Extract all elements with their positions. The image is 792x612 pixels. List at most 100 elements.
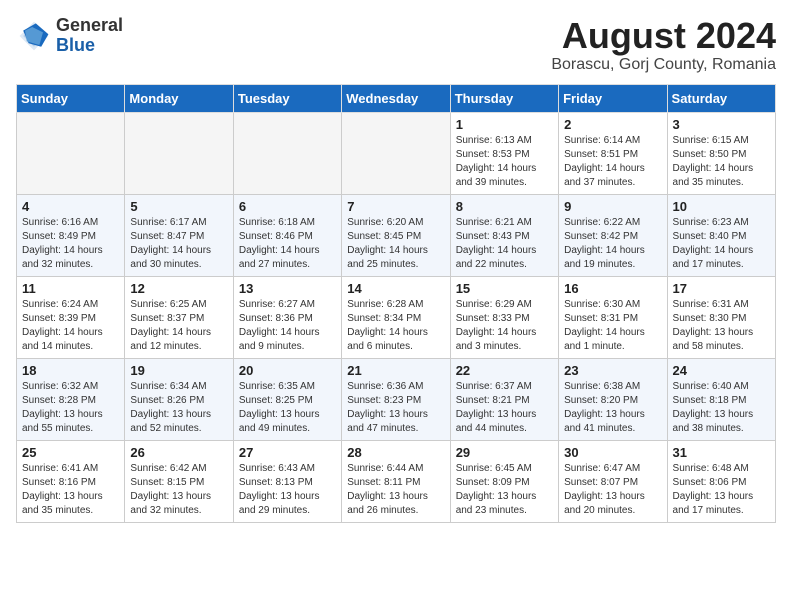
day-number: 7 xyxy=(347,199,444,214)
day-number: 27 xyxy=(239,445,336,460)
day-number: 4 xyxy=(22,199,119,214)
calendar-day-cell: 14 Sunrise: 6:28 AM Sunset: 8:34 PM Dayli… xyxy=(342,276,450,358)
day-number: 24 xyxy=(673,363,770,378)
calendar-day-cell: 22Sunrise: 6:37 AM Sunset: 8:21 PM Dayli… xyxy=(450,358,558,440)
day-info: Sunrise: 6:24 AM Sunset: 8:39 PM Dayligh… xyxy=(22,298,119,354)
calendar-day-cell: 10 Sunrise: 6:23 AM Sunset: 8:40 PM Dayli… xyxy=(667,194,775,276)
day-number: 29 xyxy=(456,445,553,460)
calendar-day-cell: 5Sunrise: 6:17 AM Sunset: 8:47 PM Daylig… xyxy=(125,194,233,276)
day-number: 10 xyxy=(673,199,770,214)
day-number: 26 xyxy=(130,445,227,460)
calendar-day-cell: 13Sunrise: 6:27 AM Sunset: 8:36 PM Dayli… xyxy=(233,276,341,358)
day-number: 3 xyxy=(673,117,770,132)
day-info: Sunrise: 6:31 AM Sunset: 8:30 PM Dayligh… xyxy=(673,298,770,354)
calendar-day-cell: 23 Sunrise: 6:38 AM Sunset: 8:20 PM Dayli… xyxy=(559,358,667,440)
calendar-day-cell: 19 Sunrise: 6:34 AM Sunset: 8:26 PM Dayli… xyxy=(125,358,233,440)
day-of-week-header: Monday xyxy=(125,84,233,112)
day-info: Sunrise: 6:47 AM Sunset: 8:07 PM Dayligh… xyxy=(564,462,661,518)
calendar-day-cell: 29 Sunrise: 6:45 AM Sunset: 8:09 PM Dayli… xyxy=(450,440,558,522)
calendar-week-row: 25 Sunrise: 6:41 AM Sunset: 8:16 PM Dayli… xyxy=(17,440,776,522)
calendar-day-cell: 25 Sunrise: 6:41 AM Sunset: 8:16 PM Dayli… xyxy=(17,440,125,522)
day-number: 21 xyxy=(347,363,444,378)
day-number: 14 xyxy=(347,281,444,296)
day-number: 6 xyxy=(239,199,336,214)
day-info: Sunrise: 6:43 AM Sunset: 8:13 PM Dayligh… xyxy=(239,462,336,518)
day-info: Sunrise: 6:22 AM Sunset: 8:42 PM Dayligh… xyxy=(564,216,661,272)
day-info: Sunrise: 6:36 AM Sunset: 8:23 PM Dayligh… xyxy=(347,380,444,436)
day-info: Sunrise: 6:40 AM Sunset: 8:18 PM Dayligh… xyxy=(673,380,770,436)
day-info: Sunrise: 6:48 AM Sunset: 8:06 PM Dayligh… xyxy=(673,462,770,518)
day-of-week-header: Sunday xyxy=(17,84,125,112)
day-info: Sunrise: 6:28 AM Sunset: 8:34 PM Dayligh… xyxy=(347,298,444,354)
day-info: Sunrise: 6:44 AM Sunset: 8:11 PM Dayligh… xyxy=(347,462,444,518)
day-number: 20 xyxy=(239,363,336,378)
calendar-week-row: 18Sunrise: 6:32 AM Sunset: 8:28 PM Dayli… xyxy=(17,358,776,440)
calendar-day-cell: 28 Sunrise: 6:44 AM Sunset: 8:11 PM Dayli… xyxy=(342,440,450,522)
day-number: 1 xyxy=(456,117,553,132)
day-number: 16 xyxy=(564,281,661,296)
day-info: Sunrise: 6:42 AM Sunset: 8:15 PM Dayligh… xyxy=(130,462,227,518)
month-title: August 2024 xyxy=(551,16,776,56)
calendar-day-cell xyxy=(233,112,341,194)
calendar-day-cell: 3 Sunrise: 6:15 AM Sunset: 8:50 PM Daylig… xyxy=(667,112,775,194)
day-number: 25 xyxy=(22,445,119,460)
calendar-table: SundayMondayTuesdayWednesdayThursdayFrid… xyxy=(16,84,776,523)
calendar-day-cell: 8Sunrise: 6:21 AM Sunset: 8:43 PM Daylig… xyxy=(450,194,558,276)
calendar-day-cell: 9 Sunrise: 6:22 AM Sunset: 8:42 PM Daylig… xyxy=(559,194,667,276)
logo-icon xyxy=(16,18,52,54)
day-number: 28 xyxy=(347,445,444,460)
calendar-day-cell xyxy=(125,112,233,194)
calendar-day-cell: 16 Sunrise: 6:30 AM Sunset: 8:31 PM Dayli… xyxy=(559,276,667,358)
calendar-day-cell: 17Sunrise: 6:31 AM Sunset: 8:30 PM Dayli… xyxy=(667,276,775,358)
page-header: General Blue August 2024 Borascu, Gorj C… xyxy=(16,16,776,74)
calendar-day-cell: 31 Sunrise: 6:48 AM Sunset: 8:06 PM Dayli… xyxy=(667,440,775,522)
calendar-day-cell: 21 Sunrise: 6:36 AM Sunset: 8:23 PM Dayli… xyxy=(342,358,450,440)
day-info: Sunrise: 6:25 AM Sunset: 8:37 PM Dayligh… xyxy=(130,298,227,354)
day-number: 9 xyxy=(564,199,661,214)
day-number: 31 xyxy=(673,445,770,460)
day-info: Sunrise: 6:20 AM Sunset: 8:45 PM Dayligh… xyxy=(347,216,444,272)
calendar-day-cell: 12 Sunrise: 6:25 AM Sunset: 8:37 PM Dayli… xyxy=(125,276,233,358)
day-of-week-header: Wednesday xyxy=(342,84,450,112)
calendar-day-cell xyxy=(342,112,450,194)
calendar-week-row: 11 Sunrise: 6:24 AM Sunset: 8:39 PM Dayli… xyxy=(17,276,776,358)
day-number: 30 xyxy=(564,445,661,460)
calendar-day-cell: 6 Sunrise: 6:18 AM Sunset: 8:46 PM Daylig… xyxy=(233,194,341,276)
logo-general: General xyxy=(56,15,123,35)
day-number: 18 xyxy=(22,363,119,378)
day-info: Sunrise: 6:15 AM Sunset: 8:50 PM Dayligh… xyxy=(673,134,770,190)
calendar-day-cell: 7 Sunrise: 6:20 AM Sunset: 8:45 PM Daylig… xyxy=(342,194,450,276)
day-number: 23 xyxy=(564,363,661,378)
day-number: 11 xyxy=(22,281,119,296)
day-info: Sunrise: 6:18 AM Sunset: 8:46 PM Dayligh… xyxy=(239,216,336,272)
day-of-week-header: Friday xyxy=(559,84,667,112)
day-of-week-header: Thursday xyxy=(450,84,558,112)
day-info: Sunrise: 6:34 AM Sunset: 8:26 PM Dayligh… xyxy=(130,380,227,436)
day-info: Sunrise: 6:38 AM Sunset: 8:20 PM Dayligh… xyxy=(564,380,661,436)
logo-text: General Blue xyxy=(56,16,123,56)
calendar-day-cell: 11 Sunrise: 6:24 AM Sunset: 8:39 PM Dayli… xyxy=(17,276,125,358)
day-info: Sunrise: 6:30 AM Sunset: 8:31 PM Dayligh… xyxy=(564,298,661,354)
day-number: 19 xyxy=(130,363,227,378)
day-number: 12 xyxy=(130,281,227,296)
day-info: Sunrise: 6:41 AM Sunset: 8:16 PM Dayligh… xyxy=(22,462,119,518)
day-number: 15 xyxy=(456,281,553,296)
calendar-day-cell: 18Sunrise: 6:32 AM Sunset: 8:28 PM Dayli… xyxy=(17,358,125,440)
calendar-week-row: 4 Sunrise: 6:16 AM Sunset: 8:49 PM Daylig… xyxy=(17,194,776,276)
day-number: 5 xyxy=(130,199,227,214)
calendar-day-cell: 1Sunrise: 6:13 AM Sunset: 8:53 PM Daylig… xyxy=(450,112,558,194)
calendar-day-cell: 27 Sunrise: 6:43 AM Sunset: 8:13 PM Dayli… xyxy=(233,440,341,522)
title-block: August 2024 Borascu, Gorj County, Romani… xyxy=(551,16,776,74)
location-title: Borascu, Gorj County, Romania xyxy=(551,56,776,74)
calendar-day-cell: 2Sunrise: 6:14 AM Sunset: 8:51 PM Daylig… xyxy=(559,112,667,194)
calendar-day-cell: 30 Sunrise: 6:47 AM Sunset: 8:07 PM Dayli… xyxy=(559,440,667,522)
day-info: Sunrise: 6:23 AM Sunset: 8:40 PM Dayligh… xyxy=(673,216,770,272)
calendar-header-row: SundayMondayTuesdayWednesdayThursdayFrid… xyxy=(17,84,776,112)
day-info: Sunrise: 6:14 AM Sunset: 8:51 PM Dayligh… xyxy=(564,134,661,190)
day-info: Sunrise: 6:45 AM Sunset: 8:09 PM Dayligh… xyxy=(456,462,553,518)
calendar-day-cell: 15Sunrise: 6:29 AM Sunset: 8:33 PM Dayli… xyxy=(450,276,558,358)
day-info: Sunrise: 6:21 AM Sunset: 8:43 PM Dayligh… xyxy=(456,216,553,272)
logo: General Blue xyxy=(16,16,123,56)
day-info: Sunrise: 6:16 AM Sunset: 8:49 PM Dayligh… xyxy=(22,216,119,272)
logo-blue: Blue xyxy=(56,35,95,55)
